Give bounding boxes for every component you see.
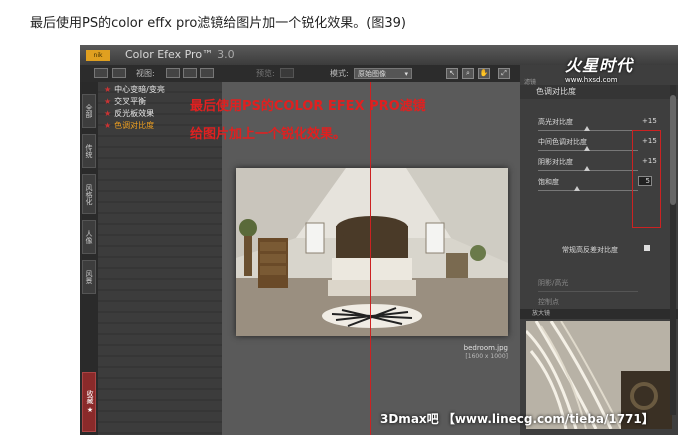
mode-label: 模式: <box>330 69 349 78</box>
app-version: 3.0 <box>217 48 235 61</box>
checkbox-label: 常规高反差对比度 <box>562 246 618 254</box>
normal-contrast-checkbox[interactable] <box>644 245 650 251</box>
favorites-label: 收藏 <box>86 389 94 404</box>
highlight-annotation <box>632 130 661 228</box>
overlay-annotation-line2: 给图片加上一个锐化效果。 <box>190 127 347 142</box>
star-icon: ★ <box>104 121 112 130</box>
slider-label: 阴影对比度 <box>538 158 573 166</box>
star-icon: ★ <box>104 97 112 106</box>
app-title: Color Efex Pro™ 3.0 <box>125 48 235 61</box>
filter-item[interactable]: ★ 中心变暗/变亮 <box>104 84 165 95</box>
view-mode-1-button[interactable] <box>166 68 180 78</box>
nik-logo: nik <box>86 50 110 61</box>
tab-all[interactable]: 全部 <box>82 94 96 128</box>
filter-label: 色调对比度 <box>114 121 155 130</box>
slider-thumb[interactable] <box>584 126 590 131</box>
single-view-button[interactable] <box>94 68 108 78</box>
tab-favorites[interactable]: 收藏 ★ <box>82 372 96 432</box>
bottom-watermark: 3Dmax吧 【www.linecg.com/tieba/1771】 <box>380 412 654 426</box>
hand-tool-icon[interactable]: ✋ <box>478 68 490 79</box>
tab-stylize[interactable]: 风格化 <box>82 174 96 214</box>
split-divider[interactable] <box>370 82 371 435</box>
loupe-header[interactable]: 放大镜 <box>520 309 678 319</box>
filter-label: 交叉平衡 <box>114 97 147 106</box>
caption: 最后使用PS的color effx pro滤镜给图片加一个锐化效果。(图39) <box>30 16 406 31</box>
watermark-logo: 火星时代 <box>565 56 634 75</box>
star-icon: ★ <box>104 109 112 118</box>
photo-filename: bedroom.jpg <box>463 344 508 352</box>
category-tabs: 全部 传统 风格化 人像 风景 收藏 ★ <box>80 82 98 435</box>
filter-item[interactable]: ★ 反光板效果 <box>104 108 154 119</box>
preview-toggle[interactable] <box>280 68 294 78</box>
slider-label: 高光对比度 <box>538 118 573 126</box>
scrollbar-thumb[interactable] <box>670 95 676 205</box>
filter-title[interactable]: 色调对比度 <box>520 85 678 99</box>
mode-select-value: 原始图像 <box>358 70 386 78</box>
panel-scrollbar[interactable] <box>670 85 676 415</box>
filter-label: 反光板效果 <box>114 109 155 118</box>
slider-track[interactable] <box>538 291 638 292</box>
app-title-text: Color Efex Pro™ <box>125 48 214 61</box>
slider-thumb[interactable] <box>584 166 590 171</box>
view-label: 视图: <box>136 69 155 78</box>
view-mode-3-button[interactable] <box>200 68 214 78</box>
slider-thumb[interactable] <box>574 186 580 191</box>
app-window: nik Color Efex Pro™ 3.0 视图: 预览: 模式: 原始图像 ▾… <box>80 45 678 435</box>
loupe-label: 放大镜 <box>532 310 551 317</box>
fullscreen-icon[interactable]: ⤢ <box>498 68 510 79</box>
bedroom-photo <box>236 168 508 336</box>
photo-dimensions: [1600 x 1000] <box>465 353 508 360</box>
tab-landscape[interactable]: 风景 <box>82 260 96 294</box>
control-points-section[interactable]: 控制点 <box>538 297 559 307</box>
tab-traditional[interactable]: 传统 <box>82 134 96 168</box>
star-icon: ★ <box>86 406 94 415</box>
shadows-highlights-section[interactable]: 阴影/高光 <box>538 278 568 288</box>
slider-track[interactable] <box>538 190 638 191</box>
preview-label: 预览: <box>256 69 275 78</box>
hxsd-watermark: 火星时代 www.hxsd.com <box>565 52 633 84</box>
overlay-annotation-line1: 最后使用PS的COLOR EFEX PRO滤镜 <box>190 99 426 114</box>
mode-select[interactable]: 原始图像 ▾ <box>354 68 412 79</box>
split-view-button[interactable] <box>112 68 126 78</box>
watermark-url: www.hxsd.com <box>565 76 618 84</box>
filter-item-active[interactable]: ★ 色调对比度 <box>104 120 154 131</box>
filter-label: 中心变暗/变亮 <box>114 85 165 94</box>
tab-portrait[interactable]: 人像 <box>82 220 96 254</box>
pointer-tool-icon[interactable]: ↖ <box>446 68 458 79</box>
zoom-tool-icon[interactable]: ⌕ <box>462 68 474 79</box>
slider-value[interactable]: +15 <box>642 117 657 125</box>
slider-thumb[interactable] <box>584 146 590 151</box>
filter-item[interactable]: ★ 交叉平衡 <box>104 96 146 107</box>
star-icon: ★ <box>104 85 112 94</box>
view-mode-2-button[interactable] <box>183 68 197 78</box>
chevron-down-icon: ▾ <box>404 70 408 78</box>
slider-label: 中间色调对比度 <box>538 138 587 146</box>
settings-panel: 滤镜 色调对比度 高光对比度 +15 中间色调对比度 +15 阴影对比度 +15… <box>520 65 678 435</box>
slider-label: 饱和度 <box>538 178 559 186</box>
